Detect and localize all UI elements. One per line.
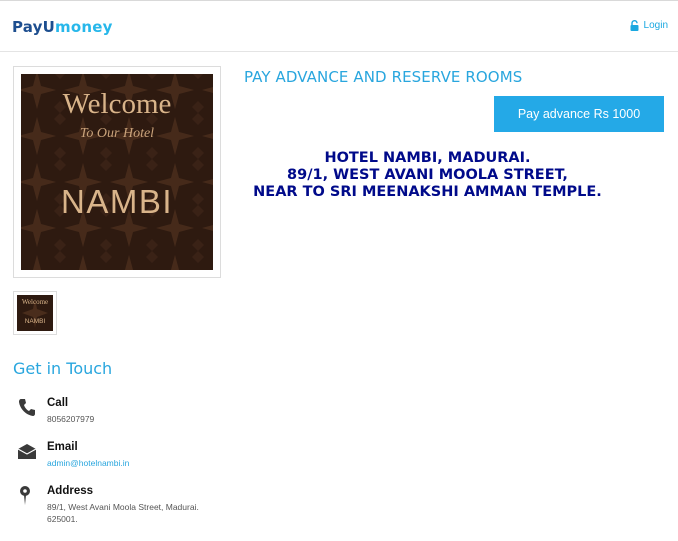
hotel-main-image: Welcome To Our Hotel NAMBI <box>13 66 221 278</box>
login-link[interactable]: Login <box>630 20 668 31</box>
logo-payu-text: PayU <box>12 18 56 36</box>
location-pin-icon <box>20 486 30 505</box>
lock-icon <box>630 20 639 31</box>
pay-advance-button[interactable]: Pay advance Rs 1000 <box>494 96 664 132</box>
phone-icon <box>19 399 35 416</box>
call-label: Call <box>47 397 69 409</box>
call-value[interactable]: 8056207979 <box>47 413 227 425</box>
nambi-text: NAMBI <box>61 183 173 220</box>
login-label: Login <box>643 20 668 31</box>
hotel-description: HOTEL NAMBI, MADURAI. 89/1, WEST AVANI M… <box>230 150 625 201</box>
hotel-line-3: NEAR TO SRI MEENAKSHI AMMAN TEMPLE. <box>253 184 602 200</box>
address-label: Address <box>47 485 94 497</box>
offer-title: PAY ADVANCE AND RESERVE ROOMS <box>244 68 523 86</box>
thumbnail-graphic: Welcome NAMBI <box>17 295 53 331</box>
thumb-nambi-text: NAMBI <box>25 318 46 325</box>
get-in-touch-heading: Get in Touch <box>13 359 113 378</box>
hotel-image-thumbnail[interactable]: Welcome NAMBI <box>13 291 57 335</box>
address-value: 89/1, West Avani Moola Street, Madurai. … <box>47 502 199 524</box>
welcome-text: Welcome <box>63 88 172 120</box>
email-label: Email <box>47 441 78 453</box>
top-bar: PayUmoney Login <box>0 0 678 52</box>
thumb-welcome-text: Welcome <box>22 298 48 306</box>
envelope-icon <box>17 444 37 459</box>
to-our-hotel-text: To Our Hotel <box>80 126 154 141</box>
payumoney-logo[interactable]: PayUmoney <box>12 18 113 36</box>
email-value[interactable]: admin@hotelnambi.in <box>47 457 227 469</box>
logo-money-text: money <box>55 18 113 36</box>
welcome-banner-graphic: Welcome To Our Hotel NAMBI <box>21 74 213 270</box>
hotel-line-2: 89/1, WEST AVANI MOOLA STREET, <box>287 167 568 183</box>
hotel-line-1: HOTEL NAMBI, MADURAI. <box>324 150 531 166</box>
